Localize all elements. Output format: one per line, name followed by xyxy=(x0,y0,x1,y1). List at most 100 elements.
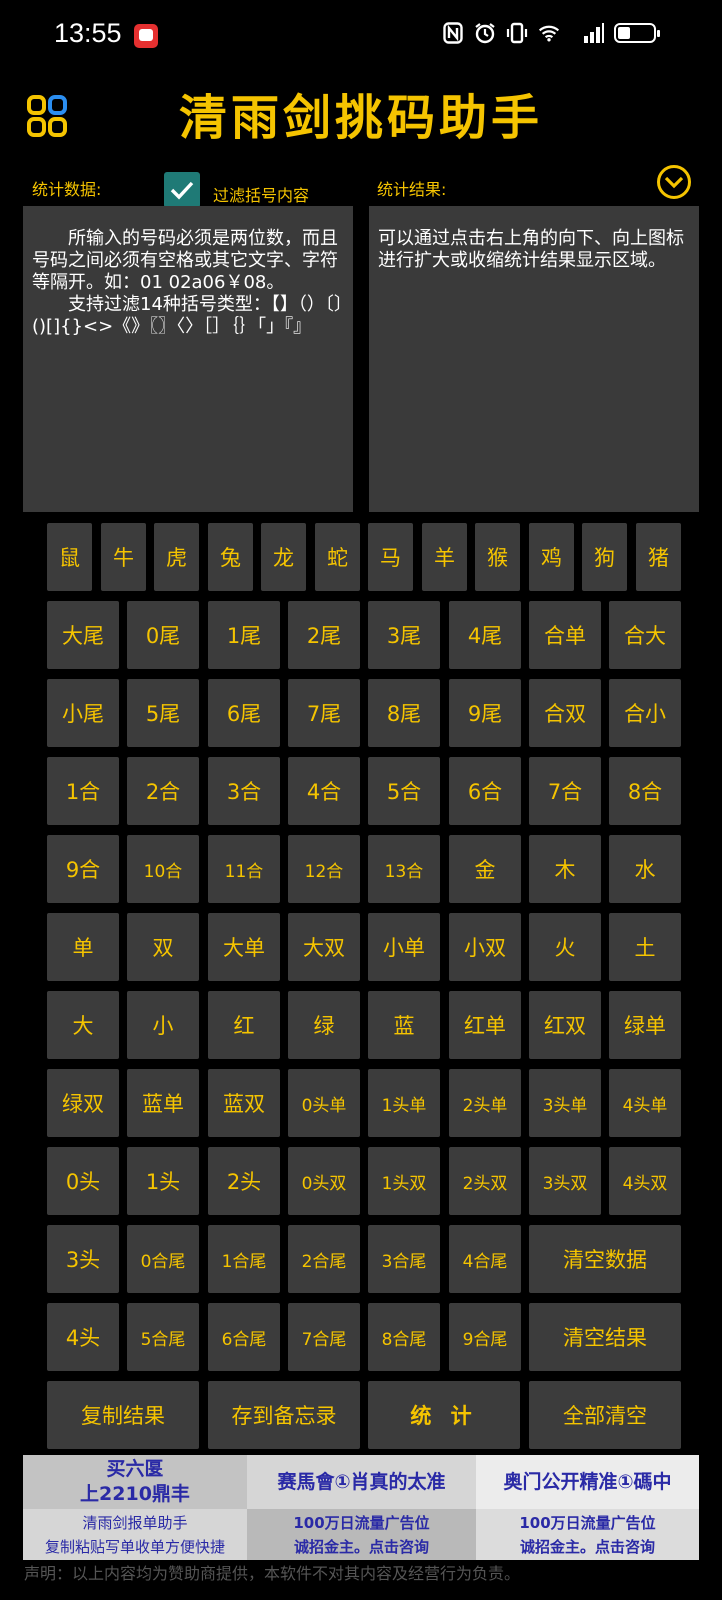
grid-button[interactable]: 3合 xyxy=(208,757,280,825)
zodiac-button[interactable]: 猴 xyxy=(475,523,520,591)
grid-button[interactable]: 合单 xyxy=(529,601,601,669)
grid-button[interactable]: 红单 xyxy=(449,991,521,1059)
grid-button[interactable]: 5合 xyxy=(368,757,440,825)
zodiac-button[interactable]: 马 xyxy=(368,523,413,591)
grid-button[interactable]: 5合尾 xyxy=(127,1303,199,1371)
filter-label[interactable]: 过滤括号内容 xyxy=(213,182,309,206)
zodiac-button[interactable]: 虎 xyxy=(154,523,199,591)
grid-button[interactable]: 7合 xyxy=(529,757,601,825)
grid-button[interactable]: 4尾 xyxy=(449,601,521,669)
stats-input-textarea[interactable]: 所输入的号码必须是两位数，而且号码之间必须有空格或其它文字、字符等隔开。如：01… xyxy=(23,206,353,512)
grid-button[interactable]: 4头双 xyxy=(609,1147,681,1215)
grid-button[interactable]: 土 xyxy=(609,913,681,981)
grid-button[interactable]: 1头单 xyxy=(368,1069,440,1137)
grid-button[interactable]: 6合尾 xyxy=(208,1303,280,1371)
grid-button[interactable]: 4合尾 xyxy=(449,1225,521,1293)
grid-button[interactable]: 蓝单 xyxy=(127,1069,199,1137)
ad-banner-1[interactable]: 买六匽 上2210鼎丰 xyxy=(23,1455,247,1509)
grid-button[interactable]: 4头单 xyxy=(609,1069,681,1137)
ad-banner-3[interactable]: 奥门公开精准①碼中 xyxy=(476,1455,699,1509)
zodiac-button[interactable]: 狗 xyxy=(582,523,627,591)
grid-button[interactable]: 双 xyxy=(127,913,199,981)
stats-result-area[interactable]: 可以通过点击右上角的向下、向上图标进行扩大或收缩统计结果显示区域。 xyxy=(369,206,699,512)
zodiac-button[interactable]: 蛇 xyxy=(315,523,360,591)
grid-button[interactable]: 3头 xyxy=(47,1225,119,1293)
zodiac-button[interactable]: 牛 xyxy=(101,523,146,591)
grid-button[interactable]: 8合 xyxy=(609,757,681,825)
zodiac-button[interactable]: 羊 xyxy=(422,523,467,591)
grid-button[interactable]: 6合 xyxy=(449,757,521,825)
grid-button[interactable]: 绿 xyxy=(288,991,360,1059)
zodiac-button[interactable]: 兔 xyxy=(208,523,253,591)
grid-button[interactable]: 小尾 xyxy=(47,679,119,747)
grid-button[interactable]: 小单 xyxy=(368,913,440,981)
grid-button[interactable]: 7尾 xyxy=(288,679,360,747)
ad-banner-2[interactable]: 赛馬會①肖真的太准 xyxy=(247,1455,476,1509)
grid-button[interactable]: 0头双 xyxy=(288,1147,360,1215)
grid-button[interactable]: 3合尾 xyxy=(368,1225,440,1293)
grid-button[interactable]: 5尾 xyxy=(127,679,199,747)
chevron-down-circle-icon[interactable] xyxy=(656,164,692,200)
grid-button[interactable]: 1合 xyxy=(47,757,119,825)
action-button[interactable]: 复制结果 xyxy=(47,1381,199,1449)
filter-checkbox[interactable] xyxy=(164,172,200,208)
grid-button[interactable]: 火 xyxy=(529,913,601,981)
grid-button[interactable]: 2头单 xyxy=(449,1069,521,1137)
grid-button[interactable]: 4头 xyxy=(47,1303,119,1371)
grid-button[interactable]: 蓝双 xyxy=(208,1069,280,1137)
grid-button[interactable]: 9合尾 xyxy=(449,1303,521,1371)
grid-button[interactable]: 合大 xyxy=(609,601,681,669)
grid-button[interactable]: 蓝 xyxy=(368,991,440,1059)
grid-button[interactable]: 4合 xyxy=(288,757,360,825)
grid-button[interactable]: 单 xyxy=(47,913,119,981)
grid-button[interactable]: 1头双 xyxy=(368,1147,440,1215)
grid-button[interactable]: 红 xyxy=(208,991,280,1059)
grid-button[interactable]: 6尾 xyxy=(208,679,280,747)
action-button[interactable]: 全部清空 xyxy=(529,1381,681,1449)
grid-button[interactable]: 0头单 xyxy=(288,1069,360,1137)
grid-button[interactable]: 绿单 xyxy=(609,991,681,1059)
grid-button[interactable]: 1尾 xyxy=(208,601,280,669)
zodiac-button[interactable]: 鸡 xyxy=(529,523,574,591)
grid-button[interactable]: 水 xyxy=(609,835,681,903)
grid-button[interactable]: 金 xyxy=(449,835,521,903)
grid-button[interactable]: 大尾 xyxy=(47,601,119,669)
grid-button[interactable]: 9尾 xyxy=(449,679,521,747)
grid-button[interactable]: 0合尾 xyxy=(127,1225,199,1293)
grid-button[interactable]: 绿双 xyxy=(47,1069,119,1137)
zodiac-button[interactable]: 猪 xyxy=(636,523,681,591)
grid-button[interactable]: 8合尾 xyxy=(368,1303,440,1371)
grid-button[interactable]: 2合 xyxy=(127,757,199,825)
grid-button[interactable]: 3头单 xyxy=(529,1069,601,1137)
ad-banner-6[interactable]: 100万日流量广告位 诚招金主。点击咨询 xyxy=(476,1509,699,1560)
grid-button[interactable]: 2合尾 xyxy=(288,1225,360,1293)
grid-button[interactable]: 大单 xyxy=(208,913,280,981)
grid-button[interactable]: 13合 xyxy=(368,835,440,903)
grid-button[interactable]: 0尾 xyxy=(127,601,199,669)
grid-button[interactable]: 10合 xyxy=(127,835,199,903)
grid-button[interactable]: 木 xyxy=(529,835,601,903)
grid-button[interactable]: 2头 xyxy=(208,1147,280,1215)
grid-button[interactable]: 11合 xyxy=(208,835,280,903)
grid-button[interactable]: 合双 xyxy=(529,679,601,747)
grid-button[interactable]: 1合尾 xyxy=(208,1225,280,1293)
grid-button[interactable]: 12合 xyxy=(288,835,360,903)
grid-button[interactable]: 清空结果 xyxy=(529,1303,681,1371)
ad-banner-4[interactable]: 清雨剑报单助手 复制粘贴写单收单方便快捷 xyxy=(23,1509,247,1560)
ad-banner-5[interactable]: 100万日流量广告位 诚招金主。点击咨询 xyxy=(247,1509,476,1560)
grid-button[interactable]: 7合尾 xyxy=(288,1303,360,1371)
zodiac-button[interactable]: 龙 xyxy=(261,523,306,591)
grid-button[interactable]: 1头 xyxy=(127,1147,199,1215)
action-button[interactable]: 存到备忘录 xyxy=(208,1381,360,1449)
grid-button[interactable]: 2头双 xyxy=(449,1147,521,1215)
grid-button[interactable]: 红双 xyxy=(529,991,601,1059)
grid-button[interactable]: 小双 xyxy=(449,913,521,981)
grid-button[interactable]: 9合 xyxy=(47,835,119,903)
zodiac-button[interactable]: 鼠 xyxy=(47,523,92,591)
grid-button[interactable]: 0头 xyxy=(47,1147,119,1215)
action-button[interactable]: 统 计 xyxy=(368,1381,520,1449)
grid-button[interactable]: 8尾 xyxy=(368,679,440,747)
grid-button[interactable]: 大 xyxy=(47,991,119,1059)
grid-button[interactable]: 大双 xyxy=(288,913,360,981)
grid-button[interactable]: 小 xyxy=(127,991,199,1059)
